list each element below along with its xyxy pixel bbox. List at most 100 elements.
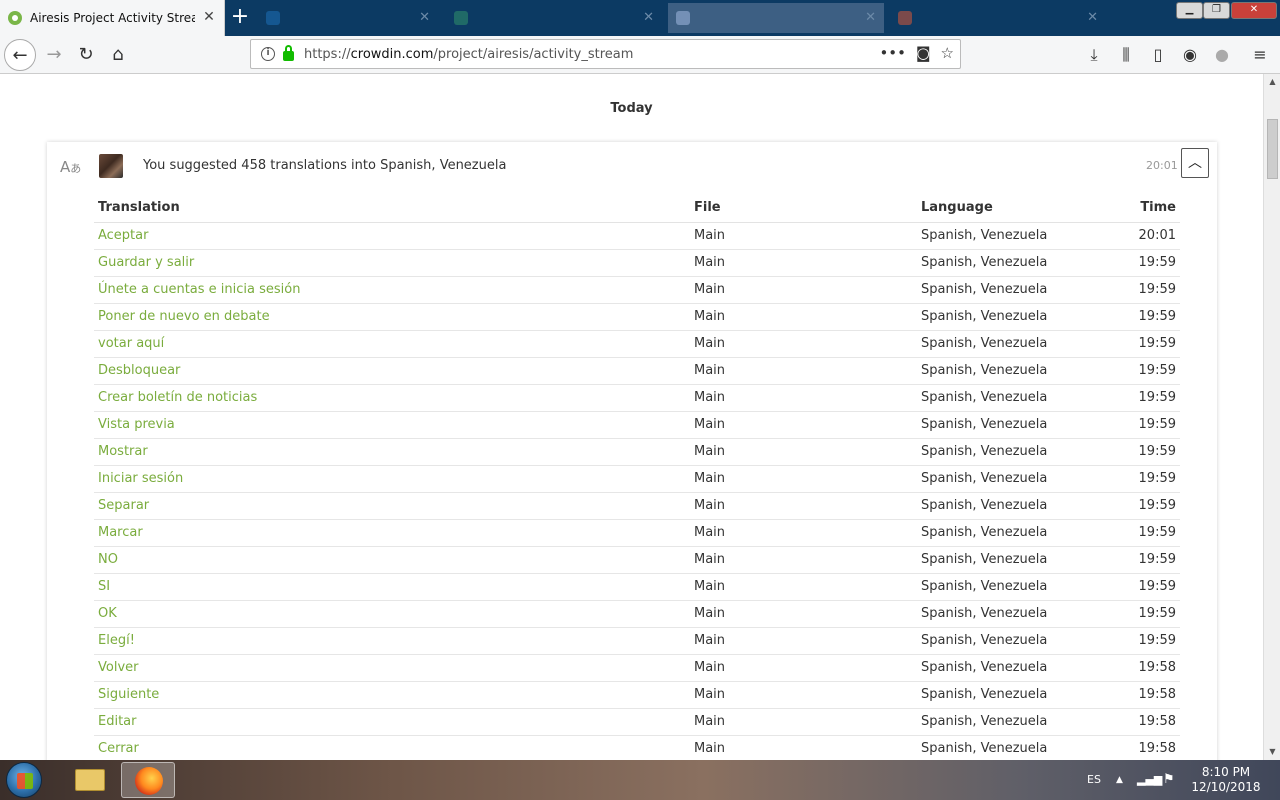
table-row: Únete a cuentas e inicia sesión Main Spani… [94,276,1180,304]
start-button[interactable] [6,762,42,798]
column-header-file: File [690,194,917,223]
time-cell: 19:58 [1117,735,1180,760]
close-tab-icon[interactable]: ✕ [419,10,430,25]
firefox-icon [135,767,163,795]
time-cell: 19:59 [1117,330,1180,358]
extension-globe-icon[interactable]: ● [1211,44,1233,66]
sidebar-icon[interactable]: ▯ [1147,44,1169,66]
tab-favicon-icon [676,11,690,25]
page-content: Today Aあ You suggested 458 translations … [0,74,1263,760]
menu-icon[interactable]: ≡ [1249,44,1271,66]
activity-summary: You suggested 458 translations into Span… [143,158,507,173]
new-tab-button[interactable]: + [229,6,251,28]
translation-link[interactable]: Poner de nuevo en debate [94,303,690,331]
tab-background-4[interactable]: ✕ [890,3,1106,33]
file-cell: Main [690,735,917,760]
scrollbar-thumb[interactable] [1267,119,1278,179]
network-icon[interactable]: ▂▄▆ [1137,760,1162,800]
tab-background-3[interactable]: ✕ [668,3,884,33]
file-cell: Main [690,276,917,304]
vertical-scrollbar[interactable]: ▲ ▼ [1263,74,1280,760]
input-language[interactable]: ES [1087,760,1101,800]
table-row: Poner de nuevo en debate Main Spanish, Ven… [94,303,1180,331]
translation-link[interactable]: Vista previa [94,411,690,439]
pocket-icon[interactable]: ◙ [916,44,931,62]
file-cell: Main [690,546,917,574]
translation-link[interactable]: Cerrar [94,735,690,760]
file-cell: Main [690,330,917,358]
language-cell: Spanish, Venezuela [917,249,1117,277]
translation-link[interactable]: votar aquí [94,330,690,358]
time-cell: 19:59 [1117,249,1180,277]
translation-link[interactable]: Iniciar sesión [94,465,690,493]
address-bar[interactable]: i https://crowdin.com/project/airesis/ac… [250,39,961,69]
file-cell: Main [690,573,917,601]
translation-link[interactable]: SI [94,573,690,601]
url-text[interactable]: https://crowdin.com/project/airesis/acti… [304,47,633,62]
file-cell: Main [690,249,917,277]
show-hidden-icons-icon[interactable]: ▲ [1116,760,1123,800]
translation-link[interactable]: NO [94,546,690,574]
collapse-button[interactable]: ︿ [1181,148,1209,178]
avatar[interactable] [99,154,123,178]
downloads-icon[interactable]: ⤓ [1083,44,1105,66]
sync-icon[interactable]: ◉ [1179,44,1201,66]
table-row: Vista previa Main Spanish, Venezuela 19:59 [94,411,1180,439]
translation-link[interactable]: Únete a cuentas e inicia sesión [94,276,690,304]
file-cell: Main [690,600,917,628]
activity-time: 20:01 [1146,159,1178,172]
scroll-down-arrow-icon[interactable]: ▼ [1264,744,1280,760]
translation-link[interactable]: Separar [94,492,690,520]
translation-link[interactable]: Marcar [94,519,690,547]
close-window-button[interactable]: ✕ [1231,2,1277,19]
language-cell: Spanish, Venezuela [917,438,1117,466]
time-cell: 19:59 [1117,438,1180,466]
translation-link[interactable]: Aceptar [94,222,690,250]
library-icon[interactable]: ⫼ [1115,44,1137,66]
maximize-window-button[interactable]: ❐ [1203,2,1230,19]
translation-link[interactable]: OK [94,600,690,628]
table-row: SI Main Spanish, Venezuela 19:59 [94,573,1180,601]
translation-link[interactable]: Volver [94,654,690,682]
time-cell: 19:58 [1117,654,1180,682]
file-cell: Main [690,438,917,466]
translation-link[interactable]: Siguiente [94,681,690,709]
minimize-window-button[interactable]: ▁ [1176,2,1203,19]
info-icon[interactable]: i [261,47,275,61]
translation-link[interactable]: Desbloquear [94,357,690,385]
action-center-flag-icon[interactable]: ⚑ [1163,760,1175,800]
lock-icon[interactable] [283,45,294,61]
table-row: OK Main Spanish, Venezuela 19:59 [94,600,1180,628]
back-button[interactable]: ← [4,39,36,71]
table-row: Elegí! Main Spanish, Venezuela 19:59 [94,627,1180,655]
taskbar-file-explorer[interactable] [63,762,117,798]
close-tab-icon[interactable]: ✕ [865,10,876,25]
page-actions-icon[interactable]: ••• [879,44,906,62]
translation-link[interactable]: Guardar y salir [94,249,690,277]
close-tab-icon[interactable]: ✕ [1087,10,1098,25]
scroll-up-arrow-icon[interactable]: ▲ [1264,74,1280,90]
bookmark-star-icon[interactable]: ☆ [941,44,954,62]
navigation-bar: ← → ↻ ⌂ i https://crowdin.com/project/ai… [0,36,1280,74]
translation-link[interactable]: Elegí! [94,627,690,655]
forward-button[interactable]: → [38,39,70,71]
time-cell: 19:59 [1117,492,1180,520]
time-cell: 19:59 [1117,627,1180,655]
file-cell: Main [690,465,917,493]
tab-active[interactable]: Airesis Project Activity Stream ✕ [0,0,225,36]
tab-background-1[interactable]: ✕ [258,3,438,33]
tab-background-2[interactable]: ✕ [446,3,662,33]
close-tab-icon[interactable]: ✕ [202,10,216,24]
tab-title: Airesis Project Activity Stream [30,11,195,25]
table-header-row: Translation File Language Time [94,194,1180,223]
translation-link[interactable]: Mostrar [94,438,690,466]
close-tab-icon[interactable]: ✕ [643,10,654,25]
language-cell: Spanish, Venezuela [917,384,1117,412]
table-row: Separar Main Spanish, Venezuela 19:59 [94,492,1180,520]
translation-link[interactable]: Crear boletín de noticias [94,384,690,412]
taskbar-firefox[interactable] [121,762,175,798]
home-button[interactable]: ⌂ [102,39,134,71]
system-clock[interactable]: 8:10 PM 12/10/2018 [1190,765,1262,795]
translation-link[interactable]: Editar [94,708,690,736]
reload-button[interactable]: ↻ [70,39,102,71]
